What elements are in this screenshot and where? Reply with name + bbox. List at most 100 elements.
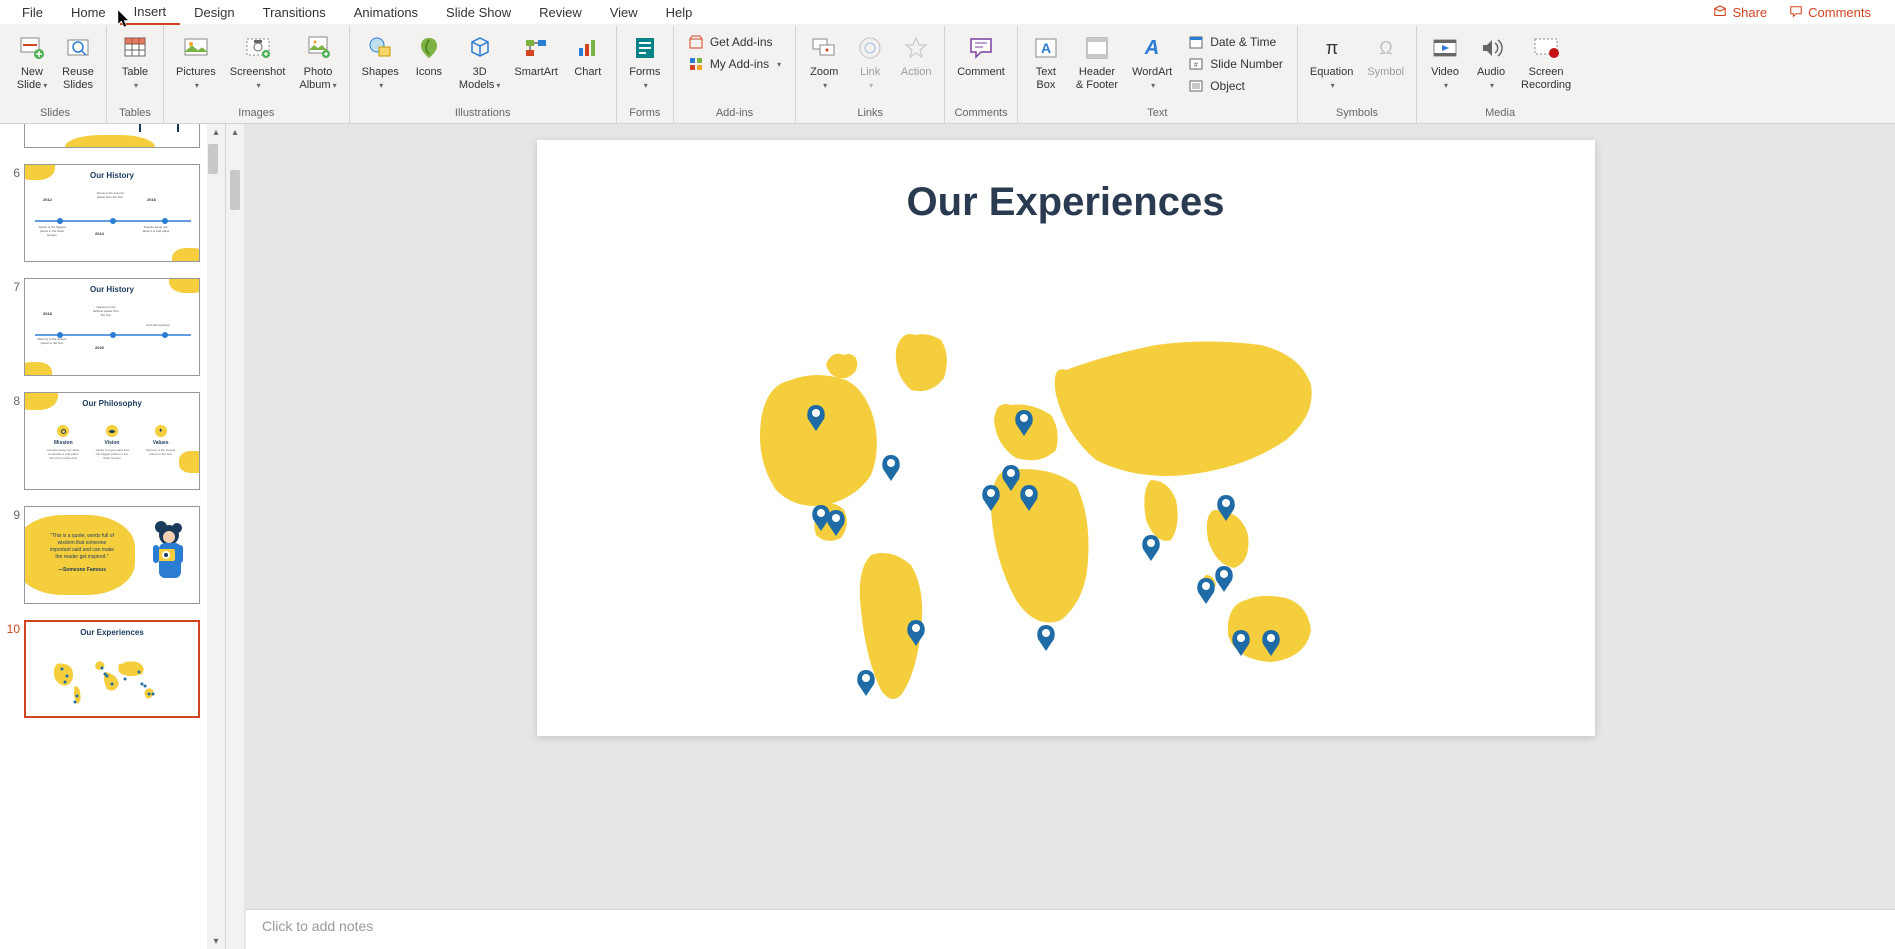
equation-button[interactable]: π Equation▾ <box>1304 30 1359 94</box>
thumb-slide-7[interactable]: Our History 2018 Neptune is the farthest… <box>24 278 200 376</box>
icons-icon <box>415 34 443 62</box>
textbox-icon: A <box>1032 34 1060 62</box>
zoom-button[interactable]: Zoom▾ <box>802 30 846 94</box>
slide-number-button[interactable]: # Slide Number <box>1184 54 1287 74</box>
illustration-photographer <box>135 521 195 601</box>
photo-album-icon <box>304 34 332 62</box>
group-label: Add-ins <box>680 107 789 121</box>
ribbon-group-forms: Forms▾ Forms <box>617 26 674 123</box>
ribbon-group-symbols: π Equation▾ Ω Symbol Symbols <box>1298 26 1417 123</box>
slide-title[interactable]: Our Experiences <box>537 140 1595 225</box>
date-time-button[interactable]: Date & Time <box>1184 32 1287 52</box>
svg-text:A: A <box>1041 40 1051 56</box>
svg-text:π: π <box>1325 38 1337 58</box>
scroll-up-icon[interactable]: ▴ <box>208 124 224 140</box>
icons-button[interactable]: Icons <box>407 30 451 81</box>
zoom-icon <box>810 34 838 62</box>
scroll-handle[interactable] <box>230 170 240 210</box>
thumb-number: 8 <box>6 392 24 408</box>
svg-text:#: # <box>1194 62 1198 69</box>
slide-number-icon: # <box>1188 56 1204 72</box>
group-label: Media <box>1423 107 1577 121</box>
new-slide-button[interactable]: NewSlide▾ <box>10 30 54 94</box>
video-icon <box>1431 34 1459 62</box>
symbol-button: Ω Symbol <box>1361 30 1410 81</box>
scroll-down-icon[interactable]: ▾ <box>208 933 224 949</box>
smartart-icon <box>522 34 550 62</box>
action-icon <box>902 34 930 62</box>
thumb-slide-10[interactable]: Our Experiences <box>24 620 200 718</box>
screenshot-button[interactable]: Screenshot▾ <box>224 30 292 94</box>
3d-models-button[interactable]: 3DModels▾ <box>453 30 506 94</box>
svg-text:Ω: Ω <box>1379 38 1392 58</box>
thumb-slide-5[interactable]: About Our Company You could enter a subt… <box>24 124 200 148</box>
thumb-scrollbar[interactable]: ▴ ▾ <box>207 124 225 949</box>
pictures-button[interactable]: Pictures▾ <box>170 30 222 94</box>
addins-icon <box>688 56 704 72</box>
slide-canvas[interactable]: Our Experiences <box>537 140 1595 736</box>
shapes-button[interactable]: Shapes▾ <box>356 30 405 94</box>
wordart-button[interactable]: A WordArt▾ <box>1126 30 1178 94</box>
table-button[interactable]: Table▾ <box>113 30 157 94</box>
svg-text:A: A <box>1144 37 1159 59</box>
video-button[interactable]: Video▾ <box>1423 30 1467 94</box>
scroll-up-icon[interactable]: ▴ <box>227 124 243 140</box>
screen-recording-button[interactable]: ScreenRecording <box>1515 30 1577 94</box>
thumbnail-panel[interactable]: About Our Company You could enter a subt… <box>0 124 226 949</box>
comment-bubble-icon <box>967 34 995 62</box>
ribbon-group-text: A TextBox Header& Footer A WordArt▾ Date… <box>1018 26 1298 123</box>
menu-animations[interactable]: Animations <box>340 1 432 24</box>
3d-models-icon <box>466 34 494 62</box>
menu-transitions[interactable]: Transitions <box>249 1 340 24</box>
shapes-icon <box>366 34 394 62</box>
slide-scrollbar[interactable]: ▴ <box>226 124 244 949</box>
equation-icon: π <box>1318 34 1346 62</box>
thumb-number: 6 <box>6 164 24 180</box>
notes-input[interactable]: Click to add notes <box>246 909 1895 949</box>
audio-button[interactable]: Audio▾ <box>1469 30 1513 94</box>
smartart-button[interactable]: SmartArt <box>508 30 563 81</box>
menu-help[interactable]: Help <box>652 1 707 24</box>
get-addins-button[interactable]: Get Add-ins <box>684 32 785 52</box>
forms-icon <box>631 34 659 62</box>
menu-insert[interactable]: Insert <box>120 0 181 25</box>
chart-icon <box>574 34 602 62</box>
group-label: Slides <box>10 107 100 121</box>
textbox-button[interactable]: A TextBox <box>1024 30 1068 94</box>
photo-album-button[interactable]: PhotoAlbum▾ <box>293 30 342 94</box>
reuse-slides-icon <box>64 34 92 62</box>
timeline-icon <box>35 193 191 248</box>
screen-recording-icon <box>1532 34 1560 62</box>
thumb-slide-8[interactable]: Our Philosophy MissionDespite being red,… <box>24 392 200 490</box>
group-label: Symbols <box>1304 107 1410 121</box>
object-icon <box>1188 78 1204 94</box>
slide-edit-area: ▴ Our Experiences <box>226 124 1895 949</box>
world-map-thumb <box>47 654 177 714</box>
world-map[interactable] <box>716 310 1416 750</box>
group-label: Comments <box>951 107 1011 121</box>
share-button[interactable]: Share <box>1707 3 1773 22</box>
my-addins-button[interactable]: My Add-ins ▾ <box>684 54 785 74</box>
chart-button[interactable]: Chart <box>566 30 610 81</box>
menu-review[interactable]: Review <box>525 1 596 24</box>
thumb-slide-9[interactable]: "This is a quote, words full of wisdom t… <box>24 506 200 604</box>
menu-slideshow[interactable]: Slide Show <box>432 1 525 24</box>
link-button: Link▾ <box>848 30 892 94</box>
object-button[interactable]: Object <box>1184 76 1287 96</box>
menu-view[interactable]: View <box>596 1 652 24</box>
forms-button[interactable]: Forms▾ <box>623 30 667 94</box>
menu-home[interactable]: Home <box>57 1 120 24</box>
group-label: Tables <box>113 107 157 121</box>
menu-design[interactable]: Design <box>180 1 248 24</box>
reuse-slides-button[interactable]: ReuseSlides <box>56 30 100 94</box>
link-icon <box>856 34 884 62</box>
comments-button[interactable]: Comments <box>1783 3 1877 22</box>
header-footer-button[interactable]: Header& Footer <box>1070 30 1124 94</box>
group-label: Links <box>802 107 938 121</box>
menu-file[interactable]: File <box>8 1 57 24</box>
group-label: Forms <box>623 107 667 121</box>
thumb-number: 10 <box>6 620 24 636</box>
thumb-slide-6[interactable]: Our History 2012 Venus is the second pla… <box>24 164 200 262</box>
scroll-handle[interactable] <box>208 144 218 174</box>
comment-button[interactable]: Comment <box>951 30 1011 81</box>
